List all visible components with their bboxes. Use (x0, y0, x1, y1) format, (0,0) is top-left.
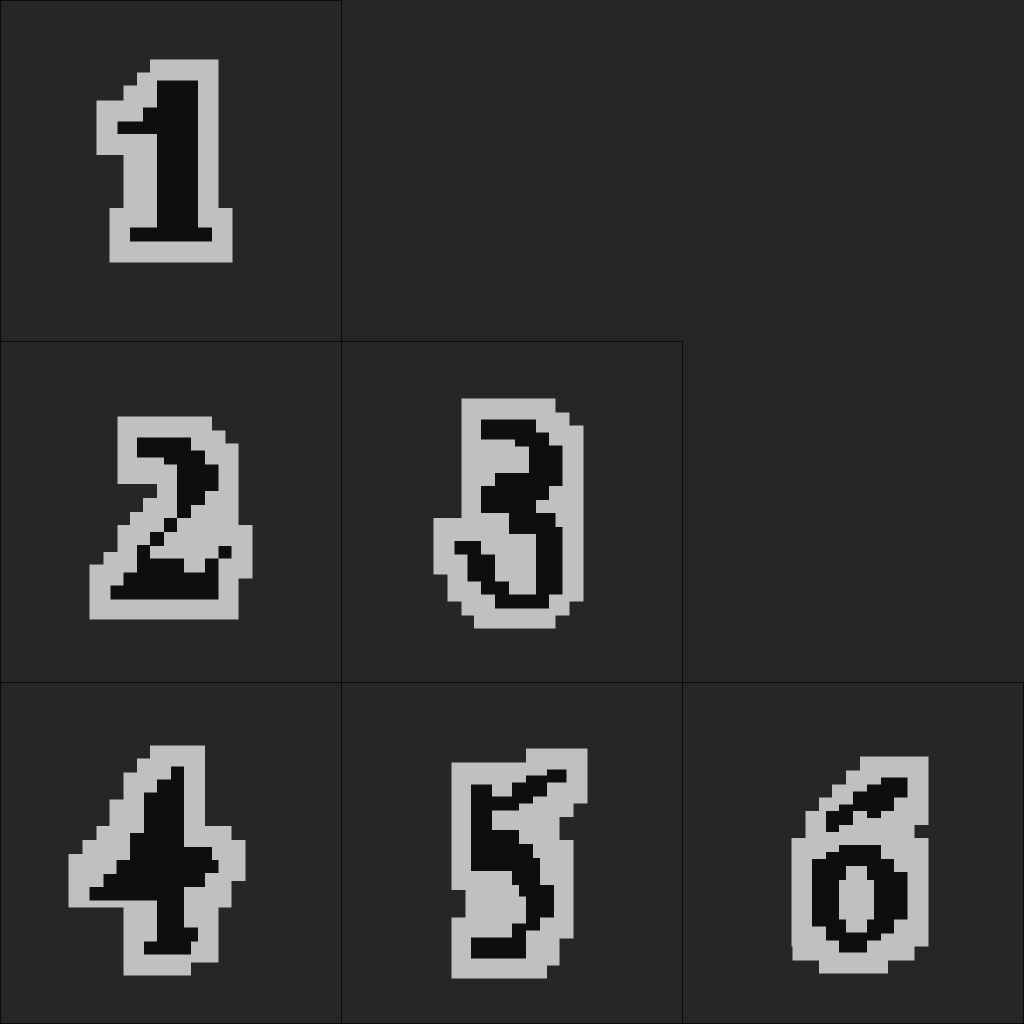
number-tile-5[interactable]: 5 (341, 682, 683, 1024)
digit-6-glyph (791, 756, 929, 974)
digit-2-glyph (89, 416, 253, 620)
number-tile-4[interactable]: 4 (0, 682, 342, 1024)
digit-3-glyph (433, 398, 584, 629)
number-board: 1 2 3 4 (0, 0, 1024, 1024)
number-tile-1[interactable]: 1 (0, 0, 342, 342)
digit-1-glyph (96, 59, 233, 263)
number-tile-3[interactable]: 3 (341, 341, 683, 683)
number-tile-2[interactable]: 2 (0, 341, 342, 683)
digit-4-glyph (68, 745, 246, 976)
number-tile-6[interactable]: 6 (682, 682, 1024, 1024)
digit-5-glyph (451, 748, 588, 979)
